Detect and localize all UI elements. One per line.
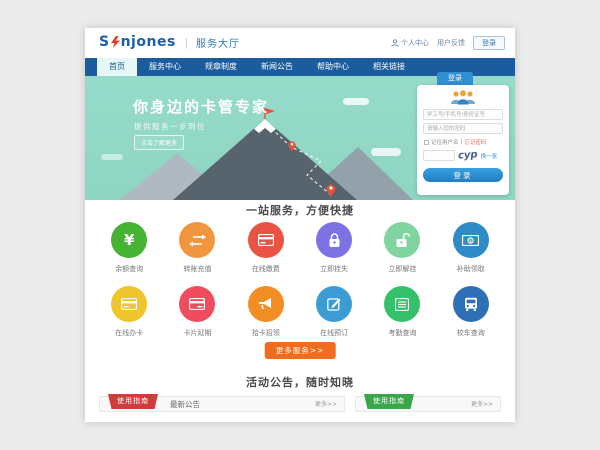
- service-label: 立即解挂: [370, 264, 434, 274]
- logo-divider: |: [185, 36, 189, 49]
- bank-card-icon[interactable]: [248, 222, 284, 258]
- site-name: 服务大厅: [196, 35, 240, 50]
- nav-item-rules[interactable]: 规章制度: [193, 58, 249, 76]
- service-label: 卡片延期: [165, 328, 229, 338]
- service-item-unfreeze[interactable]: 立即解挂: [370, 222, 434, 274]
- service-label: 在线预订: [302, 328, 366, 338]
- service-item-transfer[interactable]: 转账充值: [165, 222, 229, 274]
- hero-subtitle: 提供服务一步到位: [134, 121, 206, 132]
- service-label: 立即挂失: [302, 264, 366, 274]
- services-section-title: 一站服务，方便快捷: [85, 202, 515, 218]
- service-label: 拾卡招领: [234, 328, 298, 338]
- megaphone-icon[interactable]: [248, 286, 284, 322]
- lock-closed-icon[interactable]: [316, 222, 352, 258]
- header: S njones | 服务大厅 个人中心 用户反馈 登录: [85, 28, 515, 58]
- yen-icon[interactable]: ¥: [111, 222, 147, 258]
- list-icon[interactable]: [384, 286, 420, 322]
- service-item-apply-card[interactable]: 在线办卡: [97, 286, 161, 338]
- nav-item-home[interactable]: 首页: [97, 58, 137, 76]
- bus-icon[interactable]: [453, 286, 489, 322]
- services-row-2: 在线办卡 卡片延期 拾卡招领 在线预订 考勤查询: [95, 286, 505, 338]
- svg-text:¥: ¥: [469, 238, 472, 244]
- logo-text-s: S: [99, 34, 110, 50]
- bank-card-icon[interactable]: [111, 286, 147, 322]
- separator: |: [461, 139, 463, 145]
- left-ribbon-tab[interactable]: 使用指南: [108, 394, 158, 409]
- login-panel: 记住用户名 | 忘记密码 cyp 换一张 登录: [417, 85, 509, 195]
- users-group-icon: [423, 89, 503, 106]
- header-login-button[interactable]: 登录: [473, 36, 505, 50]
- service-label: 补助领取: [439, 264, 503, 274]
- service-label: 在线办卡: [97, 328, 161, 338]
- transfer-arrows-icon[interactable]: [179, 222, 215, 258]
- cloud-shape: [101, 154, 123, 160]
- services-row-1: ¥ 余额查询 转账充值 在线缴费 立即挂失 立即解挂: [95, 222, 505, 274]
- service-item-subsidy[interactable]: ¥ 补助领取: [439, 222, 503, 274]
- nav-item-links[interactable]: 相关链接: [361, 58, 417, 76]
- service-item-school-bus[interactable]: 校车查询: [439, 286, 503, 338]
- nav-item-news[interactable]: 新闻公告: [249, 58, 305, 76]
- cloud-shape: [371, 148, 401, 156]
- service-label: 余额查询: [97, 264, 161, 274]
- announcements-left-panel: 使用指南 最新公告 更多>>: [99, 396, 345, 412]
- hero-cta-button[interactable]: 点击了解更多: [134, 135, 184, 150]
- more-services-button[interactable]: 更多服务>>: [265, 342, 336, 359]
- banknote-icon[interactable]: ¥: [453, 222, 489, 258]
- captcha-image[interactable]: cyp: [458, 149, 478, 161]
- service-item-lost-found[interactable]: 拾卡招领: [234, 286, 298, 338]
- service-label: 转账充值: [165, 264, 229, 274]
- cloud-shape: [343, 98, 369, 105]
- remember-checkbox[interactable]: [424, 140, 429, 145]
- captcha-input[interactable]: [423, 150, 455, 161]
- edit-pencil-icon[interactable]: [316, 286, 352, 322]
- service-label: 校车查询: [439, 328, 503, 338]
- right-more-link[interactable]: 更多>>: [471, 397, 493, 412]
- logo[interactable]: S njones | 服务大厅: [99, 34, 240, 50]
- latest-announcements-tab[interactable]: 最新公告: [170, 397, 200, 412]
- feedback-link[interactable]: 用户反馈: [437, 38, 465, 48]
- mountains-illustration: [115, 105, 415, 200]
- lock-open-icon[interactable]: [384, 222, 420, 258]
- username-input[interactable]: [423, 109, 503, 120]
- forgot-password-link[interactable]: 忘记密码: [464, 138, 486, 146]
- right-ribbon-tab[interactable]: 使用指南: [364, 394, 414, 409]
- login-tab[interactable]: 登录: [437, 72, 473, 85]
- captcha-refresh-link[interactable]: 换一张: [481, 152, 498, 160]
- login-submit-button[interactable]: 登录: [423, 168, 503, 182]
- guide-right-panel: 使用指南 更多>>: [355, 396, 501, 412]
- service-item-attendance[interactable]: 考勤查询: [370, 286, 434, 338]
- personal-center-label: 个人中心: [401, 38, 429, 48]
- lightning-bolt-icon: [111, 36, 120, 48]
- service-label: 在线缴费: [234, 264, 298, 274]
- service-item-booking[interactable]: 在线预订: [302, 286, 366, 338]
- user-icon: [391, 39, 399, 47]
- logo-text-njones: njones: [121, 34, 176, 50]
- service-item-balance[interactable]: ¥ 余额查询: [97, 222, 161, 274]
- bank-card-icon[interactable]: [179, 286, 215, 322]
- service-item-card-extend[interactable]: 卡片延期: [165, 286, 229, 338]
- page: S njones | 服务大厅 个人中心 用户反馈 登录 首页 服务中心 规章制…: [85, 28, 515, 422]
- nav-item-help-center[interactable]: 帮助中心: [305, 58, 361, 76]
- service-item-report-loss[interactable]: 立即挂失: [302, 222, 366, 274]
- service-label: 考勤查询: [370, 328, 434, 338]
- personal-center-link[interactable]: 个人中心: [391, 38, 429, 48]
- password-input[interactable]: [423, 123, 503, 134]
- left-more-link[interactable]: 更多>>: [315, 397, 337, 412]
- hero-title: 你身边的卡管专家: [133, 96, 269, 117]
- header-actions: 个人中心 用户反馈 登录: [391, 36, 505, 50]
- remember-label: 记住用户名: [431, 138, 459, 146]
- nav-item-service-center[interactable]: 服务中心: [137, 58, 193, 76]
- announcements-section-title: 活动公告，随时知晓: [85, 374, 515, 390]
- feedback-label: 用户反馈: [437, 38, 465, 48]
- service-item-pay[interactable]: 在线缴费: [234, 222, 298, 274]
